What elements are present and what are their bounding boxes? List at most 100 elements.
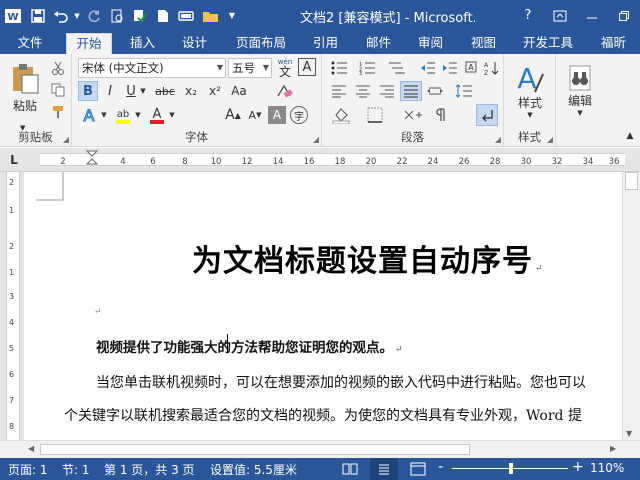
collapse-ribbon-icon[interactable]: ▲ [622, 128, 638, 144]
scroll-down-icon[interactable]: ▼ [626, 429, 632, 438]
character-border-button[interactable]: A [298, 58, 316, 76]
shading-icon[interactable] [328, 104, 354, 126]
horizontal-ruler[interactable]: L 2 4 6 8 10 12 14 16 18 20 22 24 26 28 … [0, 148, 640, 172]
hscroll-thumb[interactable] [40, 444, 470, 455]
tab-file[interactable]: 文件 [0, 31, 60, 54]
tab-developer[interactable]: 开发工具 [523, 31, 573, 54]
paragraph-mark-icon[interactable] [476, 104, 498, 126]
strikethrough-button[interactable]: abc [152, 81, 178, 101]
ribbon-display-icon[interactable] [544, 0, 576, 31]
clear-formatting-icon[interactable] [272, 81, 296, 101]
status-section[interactable]: 节: 1 [62, 461, 90, 478]
tab-layout[interactable]: 页面布局 [236, 31, 286, 54]
font-color-icon[interactable]: A [146, 104, 168, 126]
distributed-icon[interactable] [424, 81, 446, 101]
tab-foxit[interactable]: 福昕 [601, 31, 626, 54]
help-button[interactable]: ? [512, 0, 544, 31]
vertical-scrollbar[interactable]: ▲ ▼ [622, 172, 640, 440]
borders-icon[interactable] [362, 104, 388, 126]
decrease-indent-icon[interactable] [418, 58, 438, 78]
indent-marker-icon[interactable] [86, 150, 98, 170]
empty-paragraph[interactable]: ↵ [92, 302, 102, 318]
clipboard-launcher-icon[interactable]: ◢ [63, 135, 69, 144]
zoom-slider-thumb[interactable] [509, 463, 513, 474]
show-hide-marks-icon[interactable] [428, 104, 452, 126]
tab-selector[interactable]: L [6, 152, 22, 168]
text-effects-dropdown-icon[interactable]: ▼ [100, 104, 108, 126]
scroll-left-icon[interactable]: ◀ [28, 444, 34, 453]
font-color-dropdown-icon[interactable]: ▼ [168, 104, 176, 126]
subscript-button[interactable]: x₂ [180, 81, 202, 101]
document-title[interactable]: 为文档标题设置自动序号 ↵ [192, 236, 544, 280]
numbering-icon[interactable]: 123 [356, 58, 382, 78]
justify-icon[interactable] [400, 81, 422, 101]
zoom-level[interactable]: 110% [590, 461, 624, 475]
print-layout-icon[interactable] [370, 458, 398, 480]
copy-icon[interactable] [48, 80, 68, 100]
tab-review[interactable]: 审阅 [418, 31, 443, 54]
change-case-button[interactable]: Aa [228, 81, 250, 101]
multilevel-list-icon[interactable] [384, 58, 410, 78]
scroll-thumb[interactable] [625, 172, 638, 190]
bold-button[interactable]: B [78, 81, 98, 101]
line-spacing-icon[interactable] [452, 81, 476, 101]
spellcheck-icon[interactable] [128, 3, 151, 29]
paragraph-launcher-icon[interactable]: ◢ [495, 135, 501, 144]
styles-button[interactable]: A 样式 ▼ [508, 58, 552, 122]
web-layout-icon[interactable] [410, 462, 426, 479]
status-page-count[interactable]: 第 1 页，共 3 页 [104, 461, 195, 478]
character-shading-button[interactable]: A [268, 106, 286, 124]
align-right-icon[interactable] [376, 81, 398, 101]
tab-design[interactable]: 设计 [182, 31, 207, 54]
tablet-icon[interactable] [174, 3, 197, 29]
text-effects-icon[interactable]: A [78, 104, 100, 126]
align-left-icon[interactable] [328, 81, 350, 101]
italic-button[interactable]: I [100, 81, 120, 101]
restore-icon[interactable] [608, 0, 640, 31]
bullets-icon[interactable] [328, 58, 354, 78]
asian-typography-icon[interactable] [400, 104, 426, 126]
undo-icon[interactable] [49, 3, 72, 29]
format-painter-icon[interactable] [48, 102, 68, 122]
horizontal-scrollbar[interactable]: ◀ ▶ [0, 440, 640, 458]
body-paragraph-line-2[interactable]: 个关键字以联机搜索最适合您的文档的视频。为使您的文档具有专业外观，Word 提 [64, 405, 582, 425]
underline-dropdown-icon[interactable]: ▼ [139, 81, 147, 101]
bold-paragraph[interactable]: 视频提供了功能强大的方法帮助您证明您的观点。 ↵ [96, 336, 403, 356]
customize-icon[interactable]: ▼ [225, 3, 239, 29]
status-page[interactable]: 页面: 1 [8, 461, 48, 478]
redo-icon[interactable] [82, 3, 105, 29]
font-launcher-icon[interactable]: ◢ [313, 135, 319, 144]
read-mode-icon[interactable] [342, 462, 358, 479]
paste-button[interactable]: 粘贴 [6, 58, 44, 118]
grow-font-button[interactable]: A ▲ [222, 104, 244, 126]
font-size-select[interactable]: 五号 ▼ [228, 58, 272, 78]
highlight-dropdown-icon[interactable]: ▼ [134, 104, 142, 126]
print-preview-icon[interactable] [105, 3, 128, 29]
document-page[interactable]: 为文档标题设置自动序号 ↵ ↵ 视频提供了功能强大的方法帮助您证明您的观点。 ↵ 当… [24, 172, 622, 440]
status-setting[interactable]: 设置值: 5.5厘米 [210, 461, 297, 478]
tab-references[interactable]: 引用 [313, 31, 338, 54]
tab-view[interactable]: 视图 [471, 31, 496, 54]
superscript-button[interactable]: x² [204, 81, 226, 101]
tab-mailings[interactable]: 邮件 [366, 31, 391, 54]
align-center-icon[interactable] [352, 81, 374, 101]
increase-indent-icon[interactable] [440, 58, 460, 78]
zoom-out-button[interactable]: - [438, 459, 443, 475]
shrink-font-button[interactable]: A ▼ [244, 104, 266, 126]
tab-insert[interactable]: 插入 [130, 31, 155, 54]
phonetic-guide-button[interactable]: wén 文 [275, 56, 295, 80]
new-icon[interactable] [151, 3, 174, 29]
word-icon[interactable]: W [0, 3, 26, 29]
editing-button[interactable]: 编辑 ▼ [560, 58, 600, 122]
zoom-in-button[interactable]: + [572, 459, 584, 475]
font-name-select[interactable]: 宋体 (中文正文) ▼ [78, 58, 226, 78]
chinese-layout-icon[interactable]: A [462, 58, 482, 78]
undo-dropdown-icon[interactable]: ▼ [72, 3, 82, 29]
open-folder-icon[interactable] [197, 3, 225, 29]
vertical-ruler[interactable]: 2 1 1 2 3 4 5 6 7 8 [0, 172, 24, 440]
enclose-characters-button[interactable]: 字 [290, 106, 308, 124]
body-paragraph-line-1[interactable]: 当您单击联机视频时，可以在想要添加的视频的嵌入代码中进行粘贴。您也可以 [96, 372, 586, 392]
styles-launcher-icon[interactable]: ◢ [547, 135, 553, 144]
sort-icon[interactable]: AZ [482, 58, 502, 78]
scroll-right-icon[interactable]: ▶ [610, 444, 616, 453]
